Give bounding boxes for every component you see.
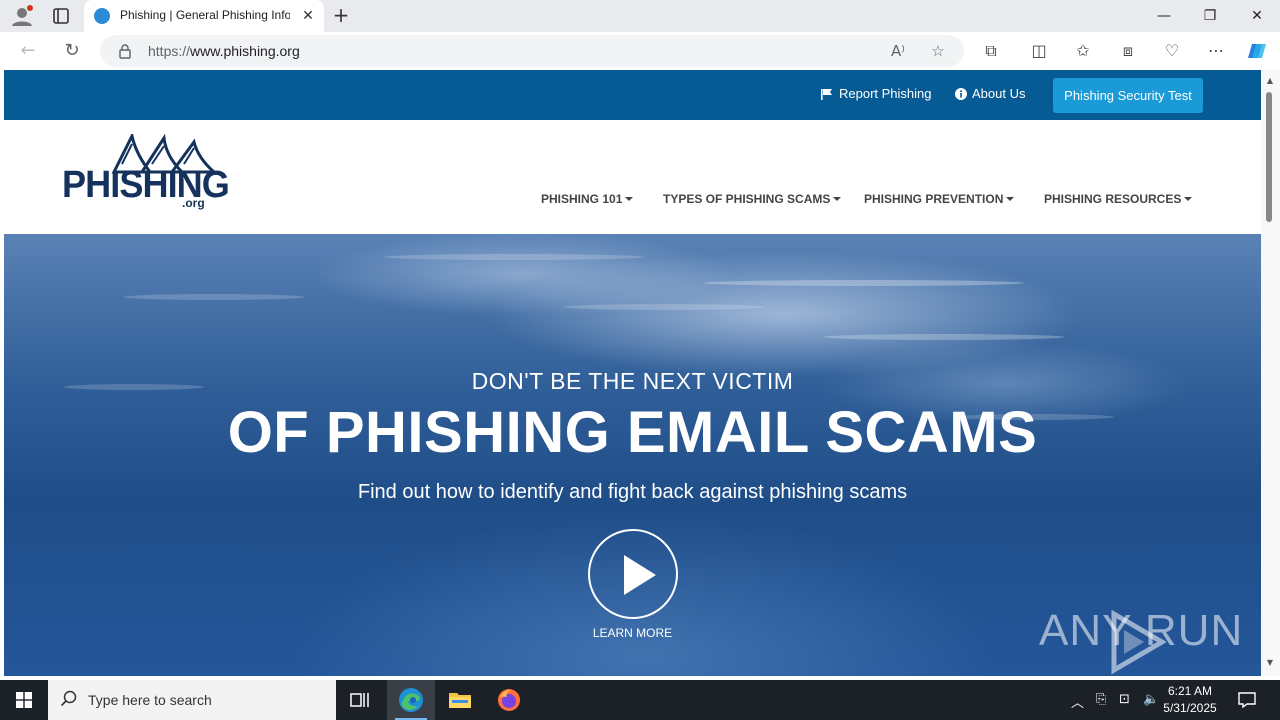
taskbar-search-box[interactable]: Type here to search [48,680,336,720]
logo-suffix: .org [182,196,205,210]
scroll-down-icon[interactable]: ▼ [1265,658,1275,668]
active-tab[interactable]: Phishing | General Phishing Infor ✕ [84,0,324,32]
search-placeholder: Type here to search [88,692,212,708]
site-header: PHISHING .org PHISHING 101 TYPES OF PHIS… [4,120,1261,234]
taskbar-firefox-button[interactable] [485,680,533,720]
flag-icon [821,89,832,100]
favorites-icon[interactable]: ✩ [1072,41,1094,61]
notifications-icon[interactable] [1238,692,1256,712]
tab-actions-icon[interactable] [50,6,72,26]
favorite-star-icon[interactable]: ☆ [928,41,948,61]
tab-title: Phishing | General Phishing Infor [120,8,290,22]
caret-down-icon [833,197,842,201]
copilot-icon[interactable] [1246,41,1268,61]
phishing-security-test-button[interactable]: Phishing Security Test [1053,78,1203,113]
profile-icon[interactable] [10,5,34,27]
taskbar-edge-button[interactable] [387,680,435,720]
clock-time: 6:21 AM [1167,684,1213,698]
system-clock[interactable]: 6:21 AM 5/31/2025 [1160,683,1220,717]
read-aloud-icon[interactable]: A⁾ [888,41,908,61]
phishing-org-logo[interactable]: PHISHING .org [62,134,242,212]
extensions-icon[interactable]: ⧉ [980,41,1002,61]
task-view-button[interactable] [336,680,384,720]
hero-kicker: DON'T BE THE NEXT VICTIM [471,368,794,394]
nav-phishing-resources[interactable]: PHISHING RESOURCES [1044,192,1193,206]
more-menu-icon[interactable]: ⋯ [1205,41,1227,61]
start-button[interactable] [0,680,48,720]
close-tab-icon[interactable]: ✕ [300,8,316,24]
network-icon[interactable]: ⊡ [1119,692,1130,707]
page-viewport: Report Phishing About Us Phishing Securi… [4,70,1261,676]
collections-icon[interactable]: ⧈ [1117,41,1139,61]
taskbar-file-explorer-button[interactable] [436,680,484,720]
water-ripple [704,280,1024,286]
new-tab-icon[interactable]: + [330,5,352,27]
info-icon [955,88,967,100]
hero-subtitle: Find out how to identify and fight back … [357,481,908,503]
minimize-button[interactable]: — [1141,0,1187,32]
browser-essentials-icon[interactable]: ♡ [1161,41,1183,61]
play-video-button[interactable] [588,529,678,619]
lock-icon[interactable] [118,43,132,59]
clock-date: 5/31/2025 [1163,701,1217,715]
task-view-icon [350,693,369,707]
hero-title: OF PHISHING EMAIL SCAMS [227,400,1038,465]
about-us-link[interactable]: About Us [955,86,1025,101]
browser-toolbar: ← ↻ https://www.phishing.org A⁾ ☆ ⧉ ◫ ✩ … [0,32,1280,70]
site-favicon-icon [94,8,110,24]
nav-phishing-prevention[interactable]: PHISHING PREVENTION [864,192,1015,206]
close-window-button[interactable]: ✕ [1234,0,1280,32]
volume-icon[interactable]: 🔈 [1143,692,1159,707]
meet-now-icon[interactable]: ⎘ [1096,692,1106,707]
tab-strip: Phishing | General Phishing Infor ✕ + — … [0,0,1280,32]
address-bar[interactable]: https://www.phishing.org A⁾ ☆ [100,35,964,67]
edge-icon [399,688,423,712]
page-scrollbar[interactable]: ▲ ▼ [1261,70,1280,676]
caret-down-icon [1006,197,1015,201]
folder-icon [449,693,471,708]
scroll-up-icon[interactable]: ▲ [1265,76,1275,86]
play-icon [624,555,656,595]
water-ripple [124,294,304,300]
utility-bar: Report Phishing About Us Phishing Securi… [4,70,1261,120]
anyrun-play-logo-icon [1111,610,1166,674]
report-phishing-link[interactable]: Report Phishing [820,86,932,101]
scroll-thumb[interactable] [1266,92,1272,222]
back-icon[interactable]: ← [16,40,40,62]
water-ripple [824,334,1064,340]
caret-down-icon [1184,197,1193,201]
nav-phishing-101[interactable]: PHISHING 101 [541,192,634,206]
hero-banner: DON'T BE THE NEXT VICTIM OF PHISHING EMA… [4,234,1261,676]
refresh-icon[interactable]: ↻ [60,40,84,62]
restore-button[interactable]: ❐ [1187,0,1233,32]
split-screen-icon[interactable]: ◫ [1028,41,1050,61]
firefox-icon [498,689,520,711]
search-icon [60,690,77,707]
water-ripple [564,304,764,310]
windows-taskbar: Type here to search ︿ ⎘ ⊡ 🔈 6:21 AM 5/31… [0,680,1280,720]
url-text[interactable]: https://www.phishing.org [148,43,300,59]
windows-logo-icon [16,692,32,708]
water-ripple [384,254,644,260]
show-hidden-icons[interactable]: ︿ [1071,692,1084,711]
nav-types-of-phishing-scams[interactable]: TYPES OF PHISHING SCAMS [663,192,842,206]
caret-down-icon [625,197,634,201]
